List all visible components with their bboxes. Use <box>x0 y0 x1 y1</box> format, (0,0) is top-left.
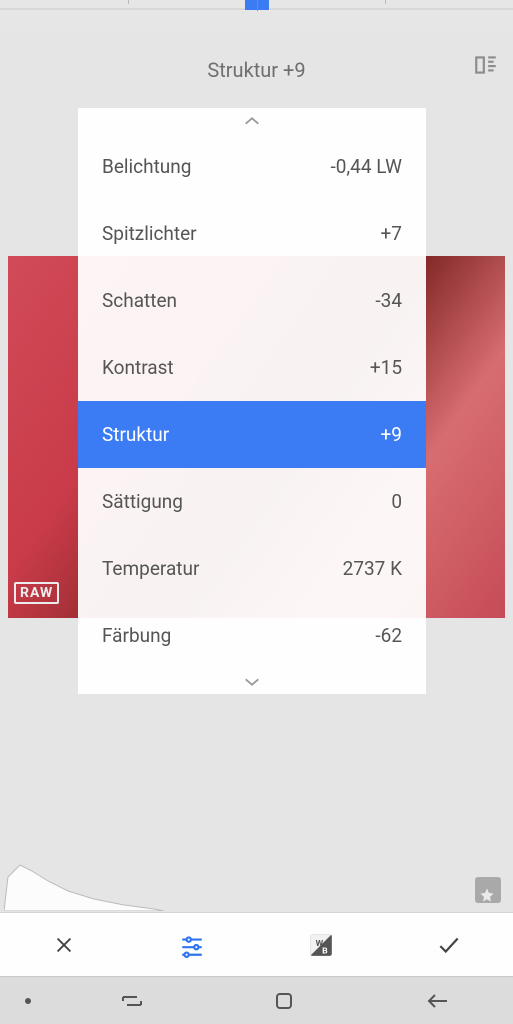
chevron-up-icon[interactable] <box>78 108 426 133</box>
adjust-label: Struktur <box>102 423 381 446</box>
adjust-label: Spitzlichter <box>102 222 381 245</box>
adjust-label: Temperatur <box>102 557 343 580</box>
adjustment-title: Struktur +9 <box>0 58 513 82</box>
header: Struktur +9 <box>0 50 513 90</box>
adjust-row-temperatur[interactable]: Temperatur 2737 K <box>78 535 426 602</box>
android-navbar <box>0 976 513 1024</box>
adjust-value: 0 <box>391 490 402 513</box>
adjust-value: -34 <box>375 289 402 312</box>
adjust-value: +15 <box>370 356 402 379</box>
raw-badge: RAW <box>14 582 59 604</box>
adjust-row-faerbung[interactable]: Färbung -62 <box>78 602 426 669</box>
tune-icon[interactable] <box>170 923 214 967</box>
check-icon[interactable] <box>427 923 471 967</box>
toolbar: W B <box>0 912 513 976</box>
star-icon[interactable] <box>475 877 501 903</box>
adjust-label: Schatten <box>102 289 375 312</box>
adjust-label: Färbung <box>102 624 375 647</box>
recents-icon[interactable] <box>56 993 208 1009</box>
adjust-value: +7 <box>381 222 402 245</box>
histogram-area <box>0 847 513 911</box>
chevron-down-icon[interactable] <box>78 669 426 694</box>
adjust-value: -62 <box>375 624 402 647</box>
adjust-label: Kontrast <box>102 356 370 379</box>
nav-assistant-icon[interactable] <box>0 997 56 1005</box>
adjust-row-struktur[interactable]: Struktur +9 <box>78 401 426 468</box>
histogram <box>4 857 164 911</box>
adjust-row-saettigung[interactable]: Sättigung 0 <box>78 468 426 535</box>
white-balance-icon[interactable]: W B <box>299 923 343 967</box>
adjust-row-spitzlichter[interactable]: Spitzlichter +7 <box>78 200 426 267</box>
adjustments-panel: Belichtung -0,44 LW Spitzlichter +7 Scha… <box>78 108 426 694</box>
back-icon[interactable] <box>361 992 513 1010</box>
compare-icon[interactable] <box>473 52 499 82</box>
close-icon[interactable] <box>42 923 86 967</box>
adjust-value: 2737 K <box>343 557 402 580</box>
adjust-value: -0,44 LW <box>330 155 402 178</box>
svg-text:B: B <box>322 946 328 956</box>
home-icon[interactable] <box>208 991 360 1011</box>
slider-strip[interactable] <box>0 0 513 30</box>
adjust-label: Belichtung <box>102 155 330 178</box>
adjust-row-kontrast[interactable]: Kontrast +15 <box>78 334 426 401</box>
adjust-label: Sättigung <box>102 490 391 513</box>
adjust-row-belichtung[interactable]: Belichtung -0,44 LW <box>78 133 426 200</box>
adjust-value: +9 <box>381 423 402 446</box>
adjust-row-schatten[interactable]: Schatten -34 <box>78 267 426 334</box>
